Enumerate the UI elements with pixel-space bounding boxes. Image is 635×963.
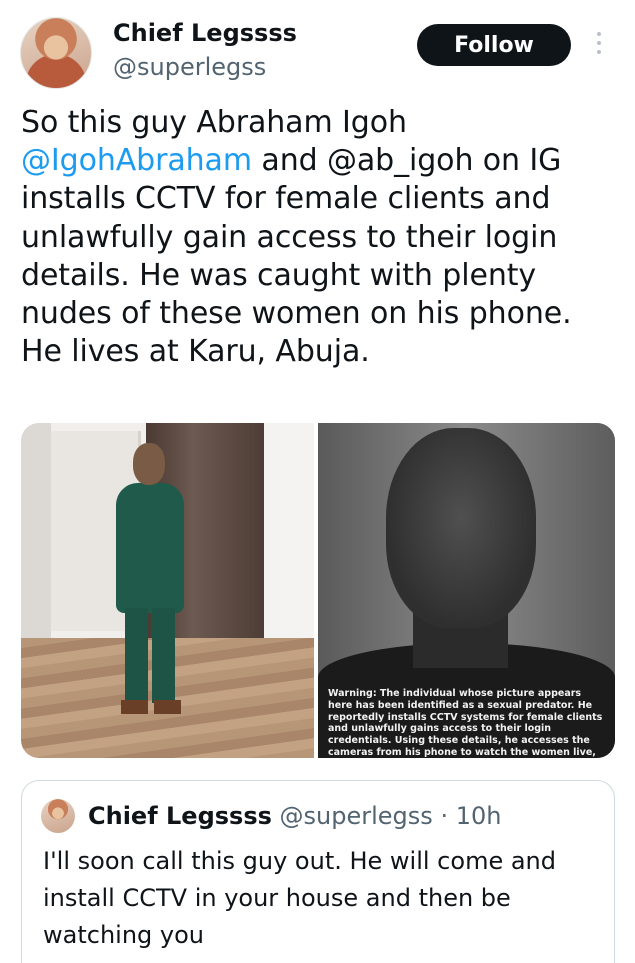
quoted-author-handle: @superlegss [279, 802, 433, 830]
portrait-face [386, 428, 536, 628]
person-legs [125, 608, 175, 703]
wall [21, 423, 51, 638]
author-display-name[interactable]: Chief Legssss [113, 19, 297, 47]
tweet-text-part-1: So this guy Abraham Igoh [21, 105, 407, 140]
quoted-tweet-card[interactable]: Chief Legssss @superlegss · 10h I'll soo… [21, 780, 615, 963]
follow-button[interactable]: Follow [417, 24, 571, 66]
quoted-author-avatar [41, 799, 75, 833]
warning-caption: Warning: The individual whose picture ap… [328, 688, 603, 758]
dot [597, 50, 601, 54]
more-options-icon[interactable] [592, 32, 606, 60]
quoted-author-display-name: Chief Legssss [88, 802, 272, 830]
person-shoes [121, 700, 181, 714]
photo-man-standing[interactable] [21, 423, 314, 758]
tweet-body: So this guy Abraham Igoh @IgohAbraham an… [21, 104, 621, 371]
tweet-header: Chief Legssss @superlegss Follow [0, 0, 635, 100]
person-body [116, 483, 184, 613]
quoted-tweet-text: I'll soon call this guy out. He will com… [43, 847, 556, 949]
quoted-tweet-header: Chief Legssss @superlegss · 10h [88, 802, 501, 830]
media-grid: Warning: The individual whose picture ap… [21, 423, 615, 758]
dot [597, 41, 601, 45]
dot-separator: · [440, 802, 449, 830]
author-avatar[interactable] [20, 17, 92, 89]
person-head [133, 443, 165, 485]
mention-link[interactable]: @IgohAbraham [21, 143, 252, 178]
dot [597, 32, 601, 36]
quoted-tweet-time: 10h [455, 802, 502, 830]
photo-warning-portrait[interactable]: Warning: The individual whose picture ap… [318, 423, 615, 758]
author-handle[interactable]: @superlegss [113, 53, 266, 81]
